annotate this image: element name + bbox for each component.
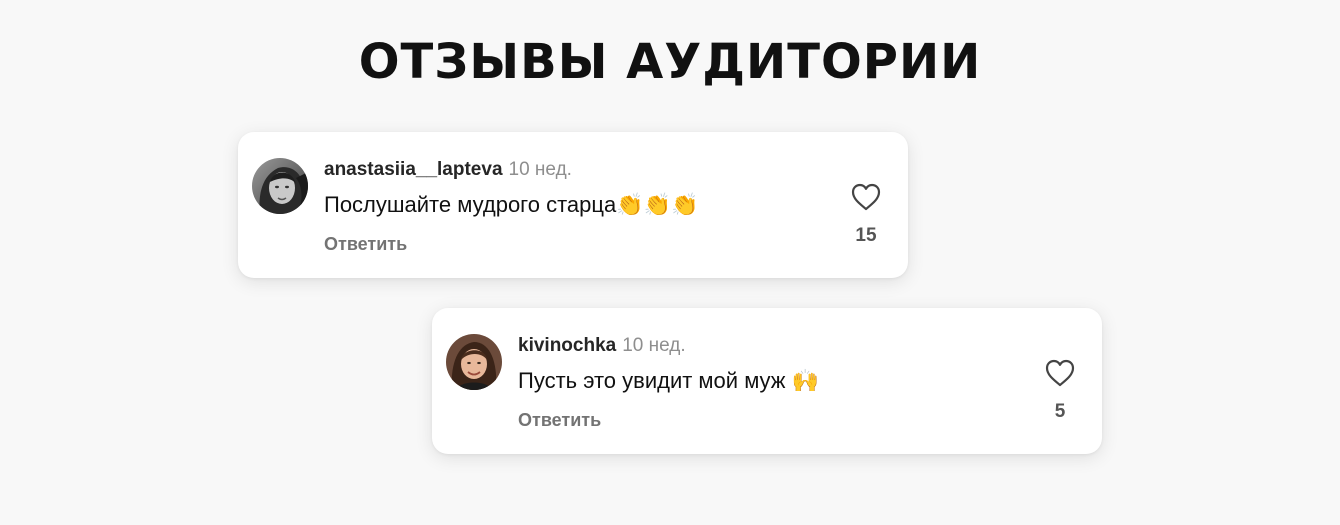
- avatar[interactable]: [252, 158, 308, 214]
- username[interactable]: anastasiia__lapteva: [324, 159, 503, 180]
- like-button[interactable]: [850, 182, 882, 212]
- avatar-woman-photo-icon: [446, 334, 502, 390]
- heart-icon: [851, 183, 881, 211]
- heart-icon: [1045, 359, 1075, 387]
- comment-header: kivinochka 10 нед.: [518, 334, 686, 358]
- like-button[interactable]: [1044, 358, 1076, 388]
- page-title: ОТЗЫВЫ АУДИТОРИИ: [358, 34, 982, 90]
- username[interactable]: kivinochka: [518, 335, 616, 356]
- comment-text: Послушайте мудрого старца👏👏👏: [324, 192, 699, 217]
- like-count: 15: [855, 225, 877, 246]
- timestamp: 10 нед.: [622, 335, 686, 356]
- comment-text: Пусть это увидит мой муж 🙌: [518, 368, 820, 393]
- comment-card: kivinochka 10 нед. Пусть это увидит мой м…: [432, 308, 1102, 454]
- comment-header: anastasiia__lapteva 10 нед.: [324, 158, 572, 182]
- reply-button[interactable]: Ответить: [324, 232, 407, 256]
- comment-card: anastasiia__lapteva 10 нед. Послушайте му…: [238, 132, 908, 278]
- timestamp: 10 нед.: [508, 159, 572, 180]
- avatar[interactable]: [446, 334, 502, 390]
- like-count: 5: [1054, 401, 1066, 422]
- avatar-woman-portrait-icon: [252, 158, 308, 214]
- reply-button[interactable]: Ответить: [518, 408, 601, 432]
